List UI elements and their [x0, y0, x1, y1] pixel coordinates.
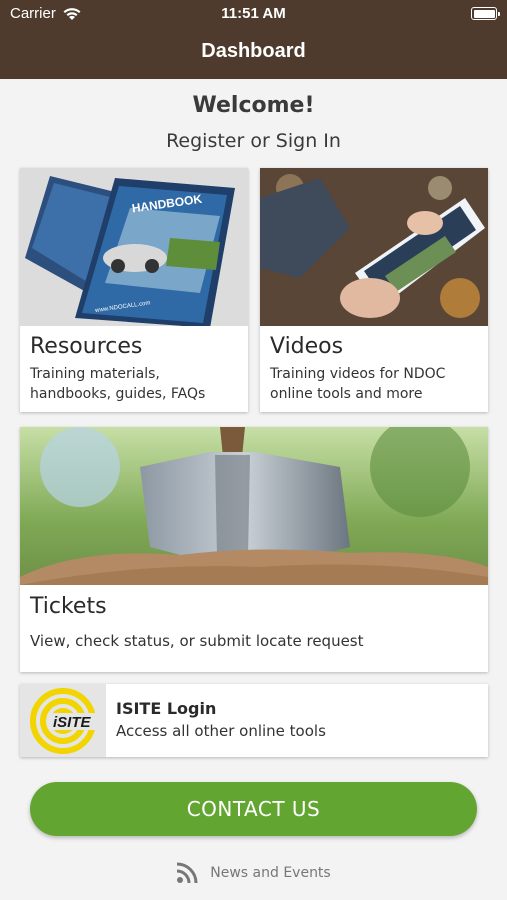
resources-description: Training materials, handbooks, guides, F… — [30, 366, 206, 402]
welcome-heading: Welcome! — [192, 93, 315, 118]
tickets-title: Tickets — [30, 594, 107, 619]
videos-image — [260, 168, 488, 326]
clock: 11:51 AM — [221, 5, 286, 22]
rss-icon — [177, 862, 198, 884]
tickets-card[interactable]: Tickets View, check status, or submit lo… — [20, 427, 488, 672]
app-header: Carrier 11:51 AM Dashboard — [0, 0, 507, 79]
videos-description: Training videos for NDOC online tools an… — [270, 366, 446, 402]
isite-logo: iSITE — [20, 684, 106, 757]
news-label: News and Events — [210, 865, 331, 881]
videos-title: Videos — [270, 334, 344, 359]
register-link[interactable]: Register or Sign In — [0, 130, 507, 152]
resources-card[interactable]: HANDBOOK www.NDOCALL.com Resources Train… — [20, 168, 248, 412]
tickets-image — [20, 427, 488, 585]
battery-icon — [471, 7, 500, 20]
page-title: Dashboard — [201, 40, 306, 62]
isite-login-card[interactable]: iSITE ISITE Login Access all other onlin… — [20, 684, 488, 757]
resources-title: Resources — [30, 334, 143, 359]
isite-logo-text: iSITE — [53, 714, 92, 731]
status-bar: Carrier 11:51 AM — [0, 0, 507, 28]
isite-title: ISITE Login — [116, 699, 217, 718]
resources-image: HANDBOOK www.NDOCALL.com — [20, 168, 248, 326]
isite-description: Access all other online tools — [116, 722, 326, 740]
news-and-events-link[interactable]: News and Events — [0, 860, 507, 886]
tickets-description: View, check status, or submit locate req… — [30, 632, 364, 650]
contact-us-button[interactable]: CONTACT US — [30, 782, 477, 836]
videos-card[interactable]: Videos Training videos for NDOC online t… — [260, 168, 488, 412]
